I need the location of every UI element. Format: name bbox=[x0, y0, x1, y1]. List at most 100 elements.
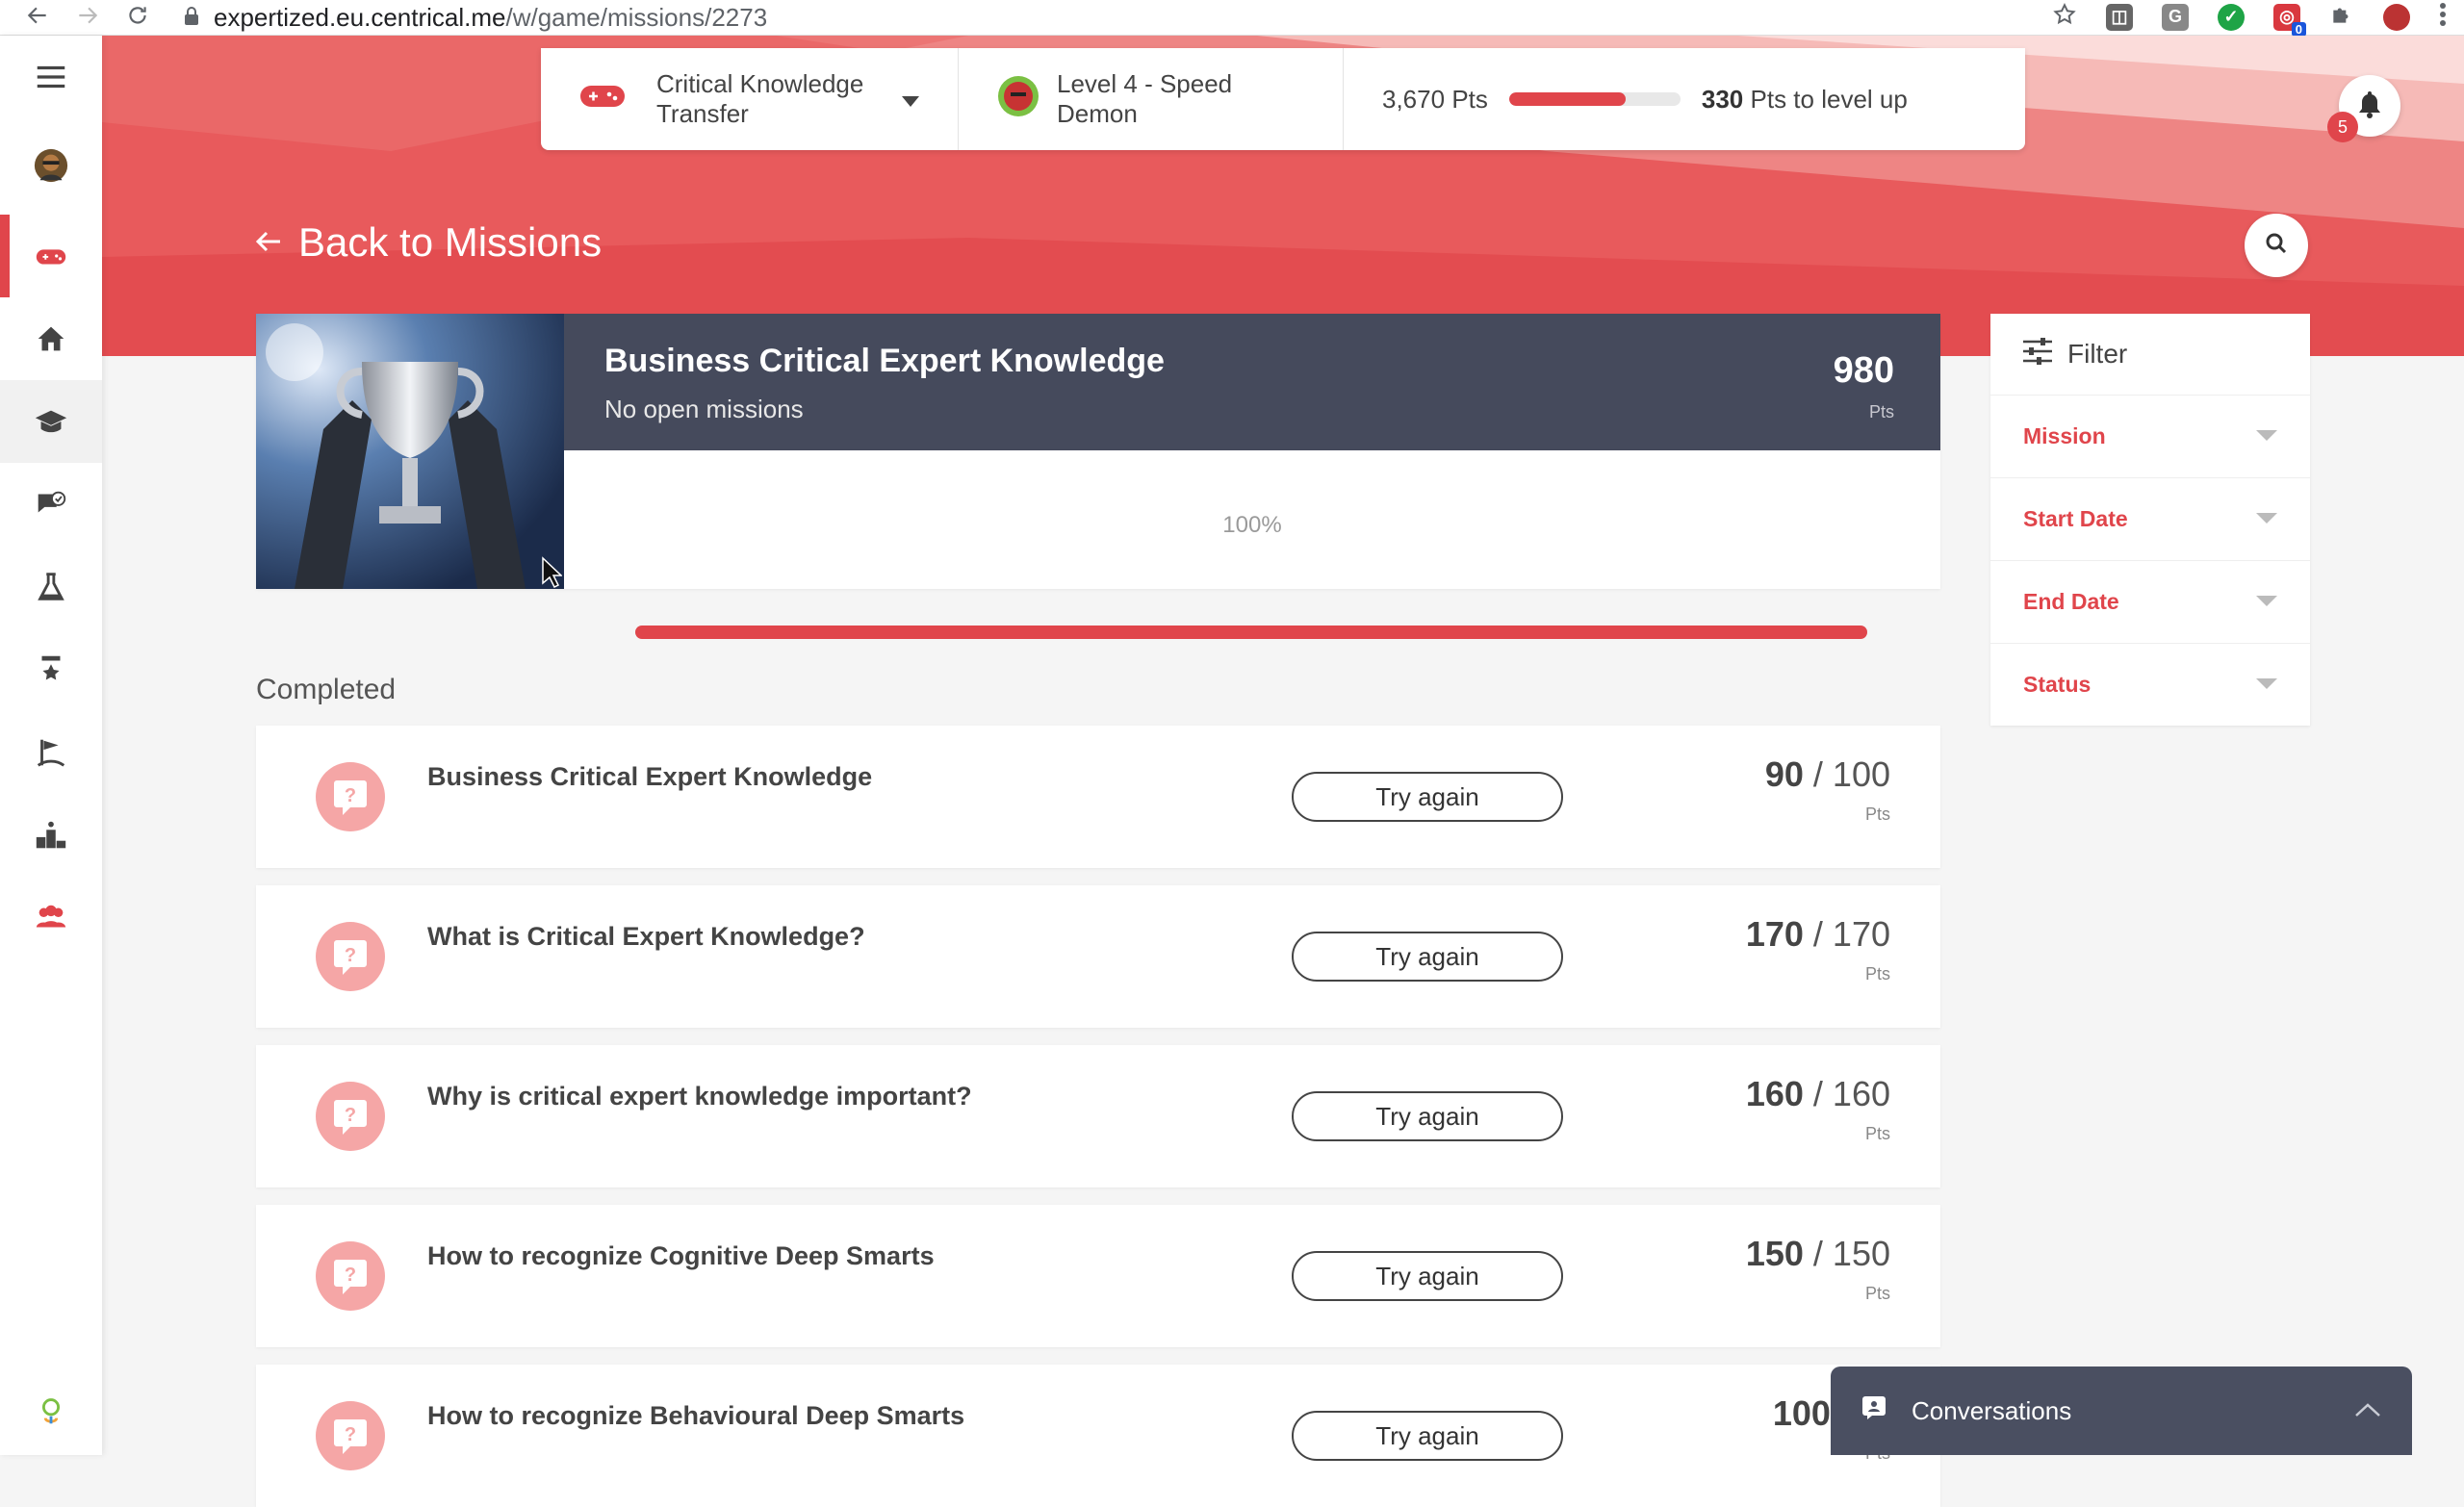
grammarly-extension-icon[interactable]: G bbox=[2162, 3, 2189, 31]
forward-arrow-icon[interactable] bbox=[75, 3, 100, 33]
sidebar-item-lab[interactable] bbox=[0, 546, 102, 628]
section-title-completed: Completed bbox=[256, 674, 397, 705]
filter-panel: Filter Mission Start Date End Date Statu… bbox=[1990, 314, 2310, 726]
caret-down-icon bbox=[2256, 596, 2277, 606]
filter-end-date-dropdown[interactable]: End Date bbox=[1990, 561, 2310, 644]
caret-down-icon bbox=[902, 85, 919, 115]
list-item: ? What is Critical Expert Knowledge? Try a… bbox=[256, 885, 1940, 1028]
try-again-button[interactable]: Try again bbox=[1292, 772, 1563, 822]
game-name: Critical Knowledge Transfer bbox=[656, 69, 864, 128]
row-title: Business Critical Expert Knowledge bbox=[427, 762, 873, 791]
trophy-image bbox=[256, 314, 564, 589]
red-extension-icon[interactable]: ◎ 0 bbox=[2273, 3, 2306, 37]
question-bubble-icon: ? bbox=[316, 1401, 385, 1470]
sidebar-item-feedback[interactable] bbox=[0, 463, 102, 546]
chevron-up-icon[interactable] bbox=[2354, 1395, 2381, 1425]
profile-avatar-icon[interactable] bbox=[2383, 3, 2410, 31]
hamburger-menu-icon[interactable] bbox=[0, 36, 102, 118]
level-progress-fill bbox=[1508, 92, 1626, 106]
try-again-button[interactable]: Try again bbox=[1292, 1411, 1563, 1461]
question-bubble-icon: ? bbox=[316, 762, 385, 831]
game-selector[interactable]: Critical Knowledge Transfer bbox=[541, 48, 959, 150]
level-label: Level 4 - Speed Demon bbox=[1057, 69, 1233, 128]
mission-points-unit: Pts bbox=[1868, 402, 1894, 421]
sidebar-item-home[interactable] bbox=[0, 297, 102, 380]
sidebar-item-learning[interactable] bbox=[0, 380, 102, 463]
row-points-unit: Pts bbox=[1864, 805, 1890, 824]
level-avatar-icon bbox=[997, 75, 1040, 124]
sidebar-item-awards[interactable] bbox=[0, 628, 102, 711]
back-to-missions-label: Back to Missions bbox=[298, 219, 603, 265]
list-item: ? Why is critical expert knowledge import… bbox=[256, 1045, 1940, 1188]
url-path: /w/game/missions/2273 bbox=[505, 2, 768, 32]
filter-start-date-label: Start Date bbox=[2023, 506, 2128, 531]
row-points-unit: Pts bbox=[1864, 964, 1890, 983]
mission-progress-fill bbox=[635, 626, 1867, 639]
filter-start-date-dropdown[interactable]: Start Date bbox=[1990, 478, 2310, 561]
filter-mission-label: Mission bbox=[2023, 423, 2106, 448]
conversations-panel[interactable]: Conversations bbox=[1831, 1367, 2412, 1455]
puzzle-extensions-icon[interactable] bbox=[2329, 2, 2354, 32]
svg-text:?: ? bbox=[345, 785, 356, 806]
address-bar[interactable]: expertized.eu.centrical.me/w/game/missio… bbox=[183, 2, 767, 33]
user-avatar[interactable] bbox=[0, 124, 102, 207]
points-value: 3,670 Pts bbox=[1382, 84, 1488, 114]
question-bubble-icon: ? bbox=[316, 922, 385, 991]
chat-icon bbox=[1861, 1395, 1886, 1427]
filter-mission-dropdown[interactable]: Mission bbox=[1990, 396, 2310, 478]
check-extension-icon[interactable]: ✓ bbox=[2218, 3, 2245, 31]
reload-icon[interactable] bbox=[125, 3, 150, 33]
svg-text:?: ? bbox=[345, 1264, 356, 1286]
notification-count-badge: 5 bbox=[2327, 112, 2358, 142]
mouse-cursor-icon bbox=[541, 556, 563, 594]
list-item: ? How to recognize Cognitive Deep Smarts T… bbox=[256, 1205, 1940, 1347]
row-title: Why is critical expert knowledge importa… bbox=[427, 1082, 972, 1111]
arrow-left-icon bbox=[254, 219, 283, 266]
centrical-logo-icon bbox=[0, 1369, 102, 1452]
gamepad-icon bbox=[579, 82, 626, 117]
row-score: 150 / 150 bbox=[1745, 1234, 1890, 1273]
row-points-unit: Pts bbox=[1864, 1124, 1890, 1143]
row-title: How to recognize Cognitive Deep Smarts bbox=[427, 1241, 935, 1270]
sidebar-item-team[interactable] bbox=[0, 877, 102, 959]
row-score: 90 / 100 bbox=[1764, 754, 1890, 794]
mission-progress-label: 100% bbox=[1222, 512, 1282, 538]
mission-header-card: Business Critical Expert Knowledge No op… bbox=[256, 314, 1940, 639]
bell-icon bbox=[2356, 89, 2383, 123]
search-button[interactable] bbox=[2245, 214, 2308, 277]
extension-icon[interactable]: ◫ bbox=[2106, 3, 2133, 31]
url-host: expertized.eu.centrical.me bbox=[214, 2, 506, 32]
filter-status-dropdown[interactable]: Status bbox=[1990, 644, 2310, 726]
row-score: 160 / 160 bbox=[1745, 1074, 1890, 1113]
mission-points: 980 bbox=[1833, 350, 1894, 391]
row-title: What is Critical Expert Knowledge? bbox=[427, 922, 865, 951]
try-again-button[interactable]: Try again bbox=[1292, 932, 1563, 982]
filter-title: Filter bbox=[2067, 339, 2128, 369]
notifications-button[interactable]: 5 bbox=[2327, 75, 2400, 142]
try-again-button[interactable]: Try again bbox=[1292, 1251, 1563, 1301]
svg-text:?: ? bbox=[345, 1424, 356, 1445]
points-progress: 3,670 Pts 330 Pts to level up bbox=[1344, 48, 2025, 150]
row-score: 170 / 170 bbox=[1745, 914, 1890, 954]
try-again-button[interactable]: Try again bbox=[1292, 1091, 1563, 1141]
sidebar-item-game[interactable] bbox=[0, 215, 102, 297]
filter-header: Filter bbox=[1990, 314, 2310, 396]
sidebar-item-challenges[interactable] bbox=[0, 711, 102, 794]
bookmark-star-icon[interactable] bbox=[2052, 2, 2077, 32]
filter-end-date-label: End Date bbox=[2023, 589, 2119, 614]
sidebar bbox=[0, 36, 102, 1455]
level-indicator: Level 4 - Speed Demon bbox=[959, 48, 1344, 150]
filter-status-label: Status bbox=[2023, 672, 2092, 697]
browser-toolbar: expertized.eu.centrical.me/w/game/missio… bbox=[0, 0, 2464, 37]
svg-text:?: ? bbox=[345, 1105, 356, 1126]
list-item: ? Business Critical Expert Knowledge Try a… bbox=[256, 726, 1940, 868]
back-to-missions-link[interactable]: Back to Missions bbox=[254, 219, 602, 266]
level-progress-bar bbox=[1508, 92, 1681, 106]
back-arrow-icon[interactable] bbox=[25, 3, 50, 33]
search-icon bbox=[2265, 232, 2288, 260]
svg-text:?: ? bbox=[345, 945, 356, 966]
sliders-icon bbox=[2021, 337, 2054, 372]
menu-dots-icon[interactable] bbox=[2439, 2, 2447, 32]
sidebar-item-leaderboard[interactable] bbox=[0, 794, 102, 877]
points-to-level: 330 Pts to level up bbox=[1701, 84, 1908, 114]
